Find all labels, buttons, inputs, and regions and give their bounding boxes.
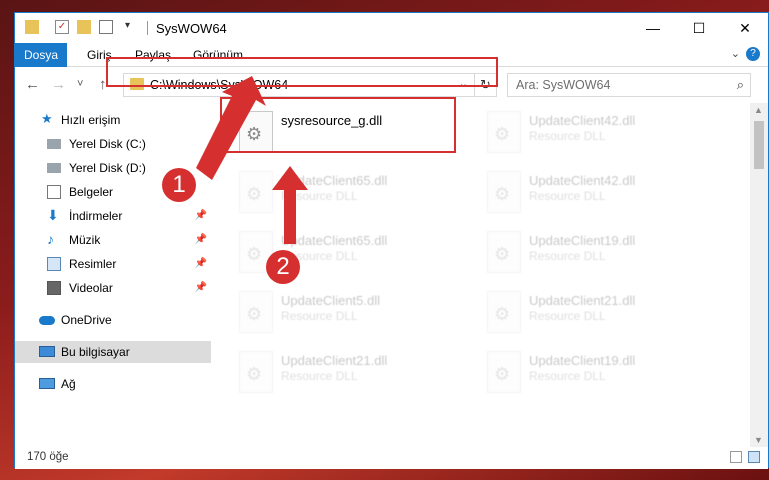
arrow-2 [272,166,308,244]
arrow-1 [196,76,266,180]
step-marker-2: 2 [266,250,300,284]
annotation-arrows [196,76,308,244]
step-marker-1: 1 [162,168,196,202]
